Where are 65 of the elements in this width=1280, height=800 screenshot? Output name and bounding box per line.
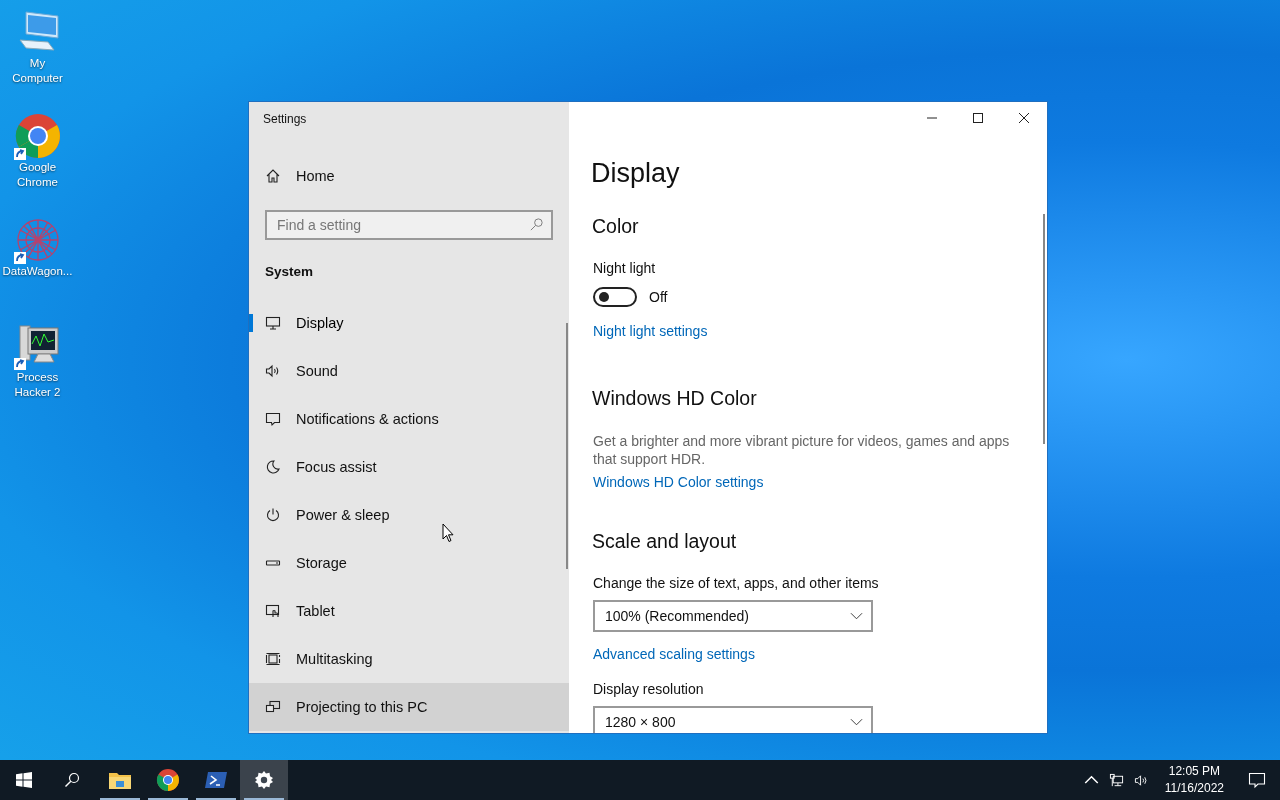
section-heading: System — [265, 264, 315, 279]
monitor-chart-icon[interactable] — [13, 322, 62, 370]
shortcut-arrow-icon — [13, 358, 26, 370]
settings-link[interactable]: Night light settings — [591, 323, 708, 339]
moon-icon — [265, 459, 281, 475]
chevron-down-icon — [850, 718, 863, 726]
desktop-icon-label[interactable]: Process Hacker 2 — [14, 370, 61, 400]
setting-label: Night light — [592, 260, 656, 276]
resolution-dropdown[interactable]: 1280 × 800 — [593, 706, 873, 733]
maximize-icon — [973, 113, 983, 123]
shortcut-arrow-icon — [13, 148, 26, 160]
sidebar-item[interactable]: Storage — [249, 539, 569, 587]
terminal-icon — [204, 770, 228, 790]
sidebar-item[interactable]: Tablet — [249, 587, 569, 635]
settings-link[interactable]: Windows HD Color settings — [591, 474, 764, 490]
shortcut-arrow-icon — [13, 252, 26, 264]
tablet-icon — [265, 603, 281, 619]
network-icon[interactable] — [1108, 772, 1124, 788]
speaker-icon[interactable] — [1133, 772, 1149, 788]
sidebar-item[interactable]: Multitasking — [249, 635, 569, 683]
speech-bubble-icon — [265, 411, 281, 427]
multitasking-icon — [265, 651, 281, 667]
settings-taskbar-button[interactable] — [240, 760, 288, 800]
setting-label: Display resolution — [592, 681, 704, 697]
search-icon — [64, 772, 80, 788]
speaker-icon — [265, 363, 281, 379]
sidebar-item[interactable]: Projecting to this PC — [249, 683, 569, 731]
time-text: 12:05 PM — [1168, 763, 1221, 780]
sidebar-item[interactable]: Focus assist — [249, 443, 569, 491]
folder-icon — [108, 770, 132, 790]
sidebar-item[interactable]: Display — [249, 299, 569, 347]
network-graph-icon[interactable] — [13, 216, 62, 264]
search-icon — [529, 217, 544, 232]
chrome-icon — [156, 768, 180, 792]
window-title: Settings — [263, 112, 308, 126]
notification-icon[interactable] — [1248, 771, 1266, 789]
sidebar-item[interactable]: Sound — [249, 347, 569, 395]
home-nav-item[interactable]: Home — [249, 164, 569, 188]
settings-link[interactable]: Advanced scaling settings — [591, 646, 755, 662]
description-text: Get a brighter and more vibrant picture for videos, games and apps that support HDR. — [592, 432, 1011, 468]
close-icon — [1019, 113, 1029, 123]
gear-icon — [254, 770, 274, 790]
chevron-down-icon — [850, 612, 863, 620]
scrollbar[interactable] — [1043, 214, 1045, 444]
section-heading: Windows HD Color — [591, 387, 757, 410]
section-heading: Scale and layout — [591, 530, 737, 553]
section-heading: Color — [591, 215, 639, 238]
mouse-pointer-icon — [442, 523, 454, 543]
page-title: Display — [591, 158, 680, 189]
sidebar-item[interactable]: Power & sleep — [249, 491, 569, 539]
search-field[interactable]: Find a setting — [265, 210, 553, 240]
clock[interactable]: 12:05 PM 11/16/2022 — [1158, 763, 1230, 797]
projector-icon — [265, 699, 281, 715]
date-text: 11/16/2022 — [1164, 780, 1224, 797]
chrome-icon[interactable] — [13, 112, 62, 160]
home-icon — [265, 168, 281, 184]
power-icon — [265, 507, 281, 523]
windows-logo-icon — [16, 772, 32, 788]
setting-label: Change the size of text, apps, and other items — [592, 575, 879, 591]
scrollbar[interactable] — [566, 323, 568, 569]
monitor-icon — [265, 315, 281, 331]
sidebar-item[interactable]: Notifications & actions — [249, 395, 569, 443]
scale-dropdown[interactable]: 100% (Recommended) — [593, 600, 873, 632]
toggle-switch[interactable] — [593, 287, 637, 307]
toggle-state-label: Off — [649, 289, 668, 305]
